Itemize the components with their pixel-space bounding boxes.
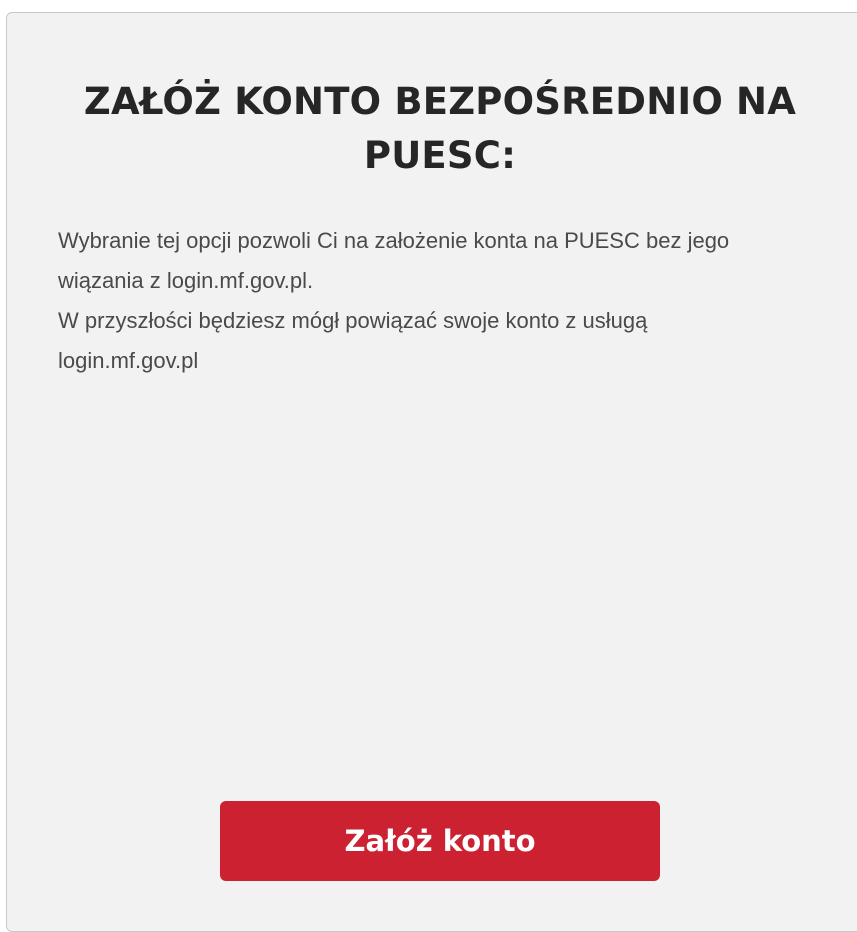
card-title-line: ZAŁÓŻ KONTO BEZPOŚREDNIO NA (83, 80, 797, 123)
create-account-button[interactable]: Załóż konto (220, 801, 660, 881)
create-account-card: ZAŁÓŻ KONTO BEZPOŚREDNIO NA PUESC: Wybra… (6, 12, 857, 932)
card-description: Wybranie tej opcji pozwoli Ci na założen… (58, 221, 828, 381)
card-title-line: PUESC: (363, 134, 517, 177)
description-line: login.mf.gov.pl (58, 348, 199, 373)
description-line: Wybranie tej opcji pozwoli Ci na założen… (58, 228, 730, 253)
description-line: wiązania z login.mf.gov.pl. (58, 268, 314, 293)
description-line: W przyszłości będziesz mógł powiązać swo… (58, 308, 648, 333)
card-title: ZAŁÓŻ KONTO BEZPOŚREDNIO NA PUESC: (7, 75, 857, 183)
